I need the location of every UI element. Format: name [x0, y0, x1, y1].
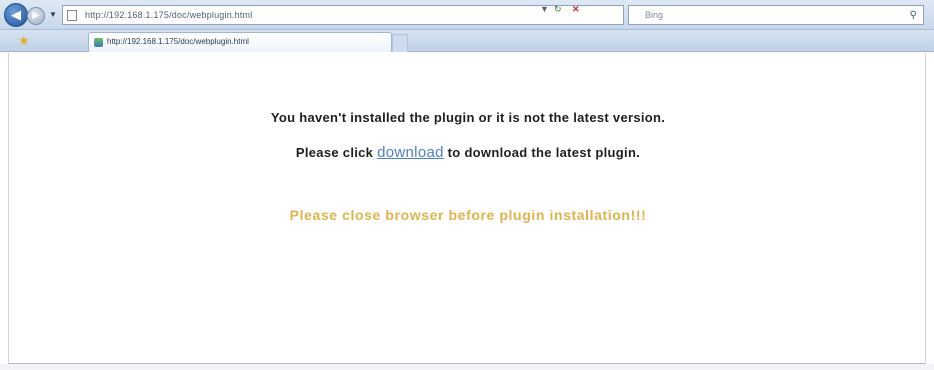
stop-icon[interactable]: ✕ [572, 2, 580, 16]
tab-label: http://192.168.1.175/doc/webplugin.html [107, 37, 249, 46]
address-tools: ▼ ↻ ✕ [540, 2, 606, 16]
page-icon [67, 10, 77, 21]
forward-arrow-icon[interactable]: ▶ [27, 7, 45, 25]
instruction-prefix: Please click [295, 145, 378, 160]
back-arrow-icon[interactable]: ◀ [4, 3, 28, 27]
address-dropdown-icon[interactable]: ▼ [540, 2, 549, 16]
download-instruction: Please click download to download the la… [9, 144, 927, 161]
address-bar-row: ◀ ▶ ▼ http://192.168.1.175/doc/webplugin… [0, 0, 934, 30]
search-icon[interactable]: ⚲ [910, 9, 917, 22]
tab-row: ★ http://192.168.1.175/doc/webplugin.htm… [0, 30, 934, 52]
history-dropdown-icon[interactable]: ▼ [47, 8, 59, 22]
new-tab-button[interactable] [392, 34, 408, 52]
search-input[interactable]: Bing ⚲ [628, 5, 924, 25]
page-content: You haven't installed the plugin or it i… [8, 53, 926, 364]
plugin-missing-message: You haven't installed the plugin or it i… [270, 110, 666, 125]
download-link[interactable]: download [377, 144, 444, 161]
refresh-icon[interactable]: ↻ [554, 2, 562, 16]
tab-active[interactable]: http://192.168.1.175/doc/webplugin.html [88, 32, 392, 52]
window-bottom-edge [0, 364, 934, 370]
close-browser-warning: Please close browser before plugin insta… [289, 207, 647, 223]
address-url[interactable]: http://192.168.1.175/doc/webplugin.html [85, 8, 252, 22]
instruction-suffix: to download the latest plugin. [443, 145, 641, 160]
favorites-star-icon[interactable]: ★ [18, 33, 30, 48]
tab-favicon-icon [94, 38, 103, 47]
search-placeholder: Bing [645, 10, 664, 20]
